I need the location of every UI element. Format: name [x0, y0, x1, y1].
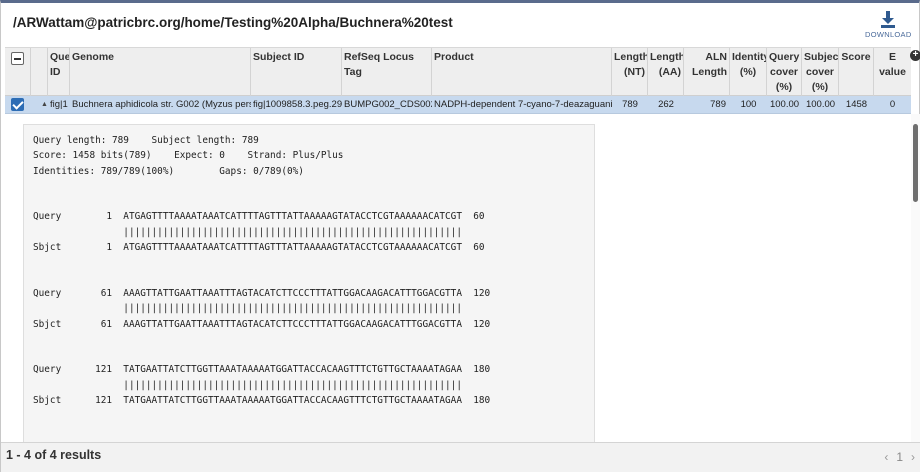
- download-label: DOWNLOAD: [865, 30, 912, 39]
- download-button[interactable]: DOWNLOAD: [865, 9, 911, 39]
- alignment-line: ||||||||||||||||||||||||||||||||||||||||…: [33, 226, 462, 238]
- col-header-length-nt[interactable]: Length (NT): [612, 48, 648, 97]
- col-header-length-aa[interactable]: Length (AA): [648, 48, 684, 97]
- cell-product: NADPH-dependent 7-cyano-7-deazaguanine: [434, 99, 612, 110]
- row-detail-panel: Query length: 789 Subject length: 789 Sco…: [5, 114, 911, 444]
- alignment-line: [33, 255, 585, 270]
- alignment-line: Identities: 789/789(100%) Gaps: 0/789(0%…: [33, 165, 304, 177]
- alignment-line: Query 1 ATGAGTTTTAAAATAAATCATTTTAGTTTATT…: [33, 211, 485, 223]
- results-count: 1 - 4 of 4 results: [6, 448, 102, 462]
- col-header-identity[interactable]: Identity (%): [730, 48, 767, 97]
- grid-header: Que ID Genome Subject ID RefSeq Locus Ta…: [5, 47, 911, 97]
- col-header-aln-length[interactable]: ALN Length: [684, 48, 730, 97]
- alignment-line: Score: 1458 bits(789) Expect: 0 Strand: …: [33, 150, 344, 162]
- alignment-line: [33, 194, 585, 209]
- alignment-line: Query 61 AAAGTTATTGAATTAAATTTAGTACATCTTC…: [33, 287, 491, 299]
- next-page-icon[interactable]: ›: [911, 450, 915, 464]
- cell-score: 1458: [845, 99, 868, 110]
- cell-query-cover: 100.00: [769, 99, 800, 110]
- cell-refseq: BUMPG002_CDS0029: [344, 99, 432, 110]
- page-number[interactable]: 1: [896, 450, 903, 464]
- alignment-line: Query 121 TATGAATTATCTTGGTTAAATAAAAATGGA…: [33, 364, 491, 376]
- col-header-subject-cover[interactable]: Subject cover (%): [802, 48, 839, 97]
- cell-subject-id: fig|1009858.3.peg.290: [253, 99, 342, 110]
- expander-header: [31, 48, 48, 97]
- cell-aln-length: 789: [710, 99, 726, 110]
- col-header-subject-id[interactable]: Subject ID: [251, 48, 342, 97]
- alignment-line: [33, 347, 585, 362]
- select-all-checkbox[interactable]: [11, 52, 24, 65]
- table-row[interactable]: ▲ fig|1 Buchnera aphidicola str. G002 (M…: [5, 96, 911, 114]
- col-header-product[interactable]: Product: [432, 48, 612, 97]
- grid-footer: 1 - 4 of 4 results ‹ 1 ›: [1, 442, 920, 472]
- alignment-line: Query length: 789 Subject length: 789: [33, 135, 259, 146]
- collapse-triangle-icon[interactable]: ▲: [41, 96, 48, 114]
- download-icon: [881, 11, 895, 28]
- alignment-line: [33, 179, 585, 194]
- add-column-icon[interactable]: +: [910, 50, 920, 61]
- row-checkbox[interactable]: [11, 98, 24, 111]
- cell-identity: 100: [740, 99, 757, 110]
- alignment-line: ||||||||||||||||||||||||||||||||||||||||…: [33, 303, 462, 315]
- vertical-scrollbar[interactable]: [911, 114, 920, 442]
- col-header-refseq[interactable]: RefSeq Locus Tag: [342, 48, 432, 97]
- alignment-line: [33, 332, 585, 347]
- cell-genome: Buchnera aphidicola str. G002 (Myzus per…: [72, 99, 251, 110]
- alignment-line: Sbjct 61 AAAGTTATTGAATTAAATTTAGTACATCTTC…: [33, 318, 491, 330]
- prev-page-icon[interactable]: ‹: [884, 450, 888, 464]
- alignment-line: [33, 271, 585, 286]
- col-header-evalue[interactable]: E value: [874, 48, 911, 97]
- col-header-score[interactable]: Score: [839, 48, 874, 97]
- cell-qid: fig|1: [50, 99, 68, 110]
- col-header-query-cover[interactable]: Query cover (%): [767, 48, 802, 97]
- alignment-line: [33, 408, 585, 423]
- pagination: ‹ 1 ›: [884, 450, 915, 464]
- workspace-path-title: /ARWattam@patricbrc.org/home/Testing%20A…: [13, 15, 453, 30]
- cell-subject-cover: 100.00: [805, 99, 836, 110]
- alignment-line: Sbjct 1 ATGAGTTTTAAAATAAATCATTTTAGTTTATT…: [33, 242, 485, 254]
- col-header-genome[interactable]: Genome: [70, 48, 251, 97]
- cell-length-aa: 262: [658, 99, 674, 110]
- results-window: /ARWattam@patricbrc.org/home/Testing%20A…: [0, 0, 920, 472]
- alignment-line: [33, 424, 585, 439]
- cell-length-nt: 789: [622, 99, 638, 110]
- select-all-cell: [5, 48, 31, 97]
- scrollbar-thumb[interactable]: [913, 124, 918, 202]
- cell-evalue: 0: [889, 99, 896, 110]
- col-header-qid[interactable]: Que ID: [48, 48, 70, 97]
- alignment-line: Sbjct 121 TATGAATTATCTTGGTTAAATAAAAATGGA…: [33, 395, 491, 407]
- alignment-text-block: Query length: 789 Subject length: 789 Sco…: [23, 124, 595, 444]
- alignment-line: ||||||||||||||||||||||||||||||||||||||||…: [33, 379, 462, 391]
